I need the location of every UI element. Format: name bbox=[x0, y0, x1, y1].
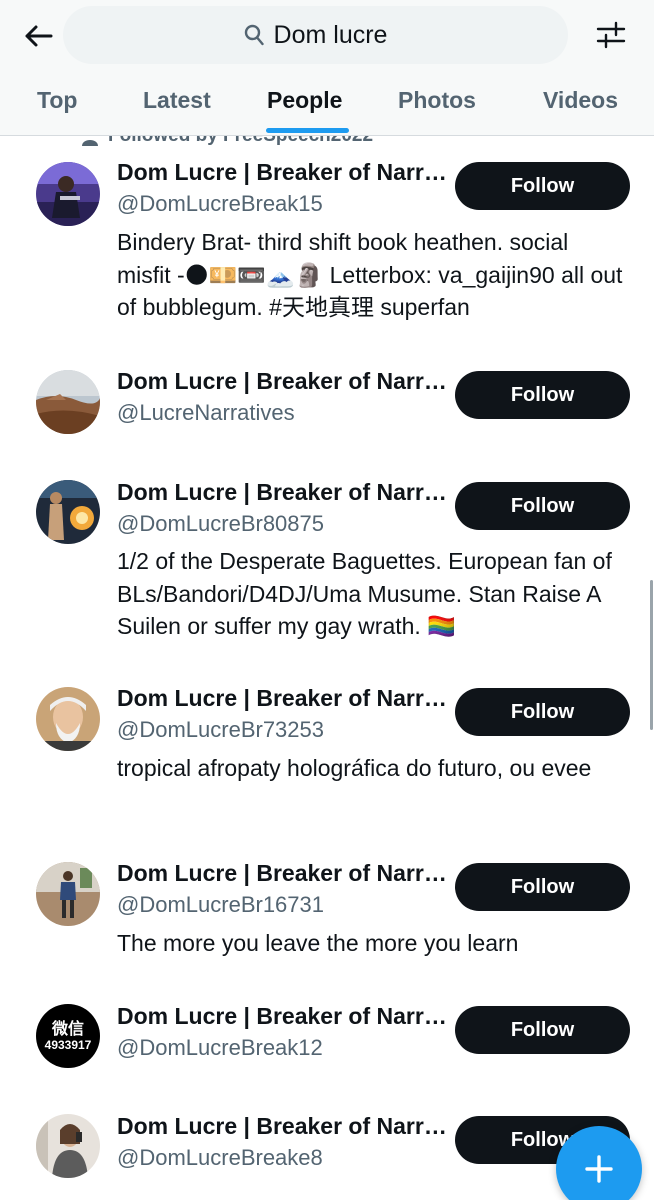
user-bio: 1/2 of the Desperate Baguettes. European… bbox=[117, 548, 612, 639]
scrollbar[interactable] bbox=[650, 580, 653, 730]
display-name[interactable]: Dom Lucre | Breaker of Narratives bbox=[117, 1113, 447, 1140]
display-name[interactable]: Dom Lucre | Breaker of Narratives bbox=[117, 1003, 447, 1030]
user-handle[interactable]: @DomLucreBreak12 bbox=[117, 1035, 323, 1061]
display-name[interactable]: Dom Lucre | Breaker of Narratives bbox=[117, 159, 447, 186]
display-name[interactable]: Dom Lucre | Breaker of Narratives bbox=[117, 479, 447, 506]
user-bio: The more you leave the more you learn bbox=[117, 930, 519, 956]
plus-icon bbox=[585, 1155, 613, 1183]
avatar[interactable] bbox=[36, 1114, 100, 1178]
follow-button[interactable]: Follow bbox=[455, 371, 630, 419]
avatar-text: 微信 bbox=[51, 1018, 84, 1038]
user-handle[interactable]: @DomLucreBr16731 bbox=[117, 892, 324, 918]
avatar[interactable] bbox=[36, 370, 100, 434]
avatar-text: 4933917 bbox=[44, 1037, 92, 1052]
search-header: Dom lucre Top Latest People Photos Video… bbox=[0, 0, 654, 136]
back-arrow-icon bbox=[25, 25, 53, 47]
user-bio: Bindery Brat- third shift book heathen. … bbox=[117, 229, 623, 320]
search-icon bbox=[244, 24, 264, 46]
user-handle[interactable]: @DomLucreBreak15 bbox=[117, 191, 323, 217]
tab-videos[interactable]: Videos bbox=[543, 80, 618, 136]
follow-button[interactable]: Follow bbox=[455, 1006, 630, 1054]
search-query[interactable]: Dom lucre bbox=[274, 21, 388, 50]
tab-latest[interactable]: Latest bbox=[143, 80, 211, 136]
user-handle[interactable]: @LucreNarratives bbox=[117, 400, 295, 426]
avatar[interactable] bbox=[36, 480, 100, 544]
follow-button[interactable]: Follow bbox=[455, 162, 630, 210]
search-input[interactable]: Dom lucre bbox=[63, 6, 568, 64]
user-handle[interactable]: @DomLucreBr73253 bbox=[117, 717, 324, 743]
back-button[interactable] bbox=[18, 18, 58, 54]
tab-photos[interactable]: Photos bbox=[398, 80, 476, 136]
user-bio: tropical afropaty holográfica do futuro,… bbox=[117, 755, 592, 781]
follow-button[interactable]: Follow bbox=[455, 863, 630, 911]
avatar[interactable] bbox=[36, 862, 100, 926]
follow-button[interactable]: Follow bbox=[455, 688, 630, 736]
search-tabs: Top Latest People Photos Videos bbox=[0, 80, 654, 136]
display-name[interactable]: Dom Lucre | Breaker of Narratives bbox=[117, 368, 447, 395]
avatar[interactable] bbox=[36, 162, 100, 226]
user-handle[interactable]: @DomLucreBr80875 bbox=[117, 511, 324, 537]
tab-top[interactable]: Top bbox=[37, 80, 77, 136]
search-filter-button[interactable] bbox=[592, 16, 630, 54]
user-handle[interactable]: @DomLucreBreake8 bbox=[117, 1145, 323, 1171]
avatar[interactable] bbox=[36, 687, 100, 751]
follow-button[interactable]: Follow bbox=[455, 482, 630, 530]
display-name[interactable]: Dom Lucre | Breaker of Narratives bbox=[117, 860, 447, 887]
avatar[interactable]: 微信 4933917 bbox=[36, 1004, 100, 1068]
active-tab-indicator bbox=[266, 128, 349, 133]
display-name[interactable]: Dom Lucre | Breaker of Narratives bbox=[117, 685, 447, 712]
filter-sliders-icon bbox=[596, 21, 626, 49]
